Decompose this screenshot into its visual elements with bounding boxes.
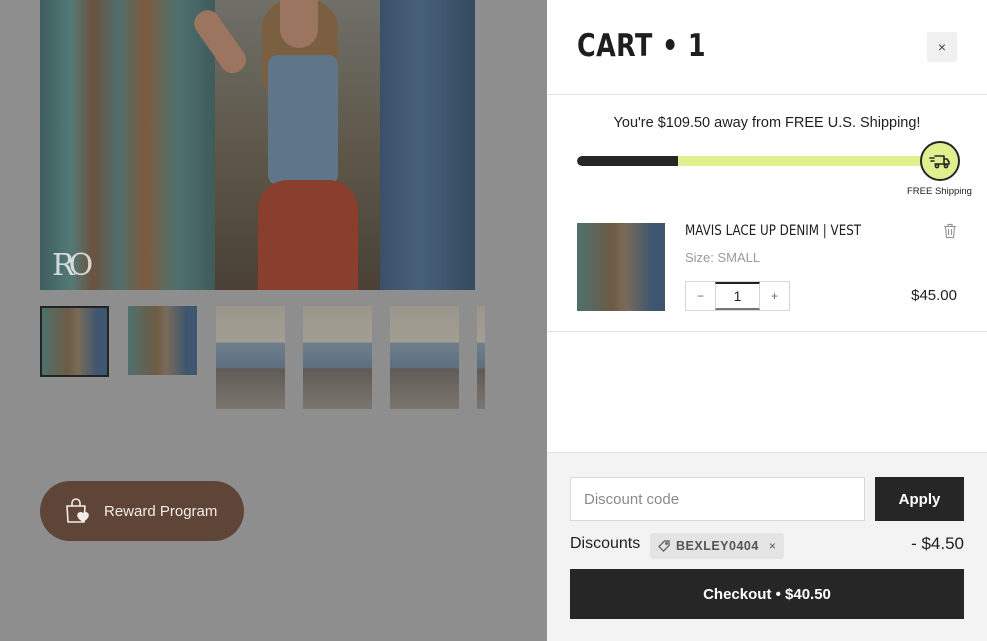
line-item-name[interactable]: MAVIS LACE UP DENIM | VEST (685, 223, 861, 239)
increase-quantity-button[interactable]: + (760, 282, 789, 310)
close-icon: × (937, 39, 947, 55)
discounts-row: Discounts BEXLEY0404 × - $4.50 (570, 533, 964, 559)
shipping-message: You're $109.50 away from FREE U.S. Shipp… (613, 115, 921, 131)
free-shipping-label: FREE Shipping (907, 186, 972, 197)
quantity-input[interactable] (715, 282, 760, 310)
cart-drawer: CART • 1 × You're $109.50 away from FREE… (547, 0, 987, 641)
product-main-image: RO (40, 0, 475, 290)
apply-discount-button[interactable]: Apply (875, 477, 964, 521)
discount-code-text: BEXLEY0404 (676, 539, 759, 553)
product-page-overlay[interactable]: RO Reward Program (0, 0, 547, 641)
fast-truck-icon (929, 155, 950, 169)
applied-discount-chip: BEXLEY0404 × (650, 533, 785, 559)
cart-footer: Apply Discounts BEXLEY0404 × - $4.50 Che… (547, 452, 987, 641)
quantity-stepper: − + (685, 281, 790, 311)
tag-icon (658, 540, 670, 552)
discount-code-input[interactable] (570, 477, 865, 521)
line-item-price: $45.00 (911, 287, 957, 304)
decrease-quantity-button[interactable]: − (686, 282, 715, 310)
cart-line-item: MAVIS LACE UP DENIM | VEST Size: SMALL −… (547, 205, 987, 332)
shopping-bag-heart-icon (66, 498, 89, 523)
trash-icon[interactable] (943, 223, 957, 239)
reward-program-button[interactable]: Reward Program (40, 481, 244, 541)
close-cart-button[interactable]: × (927, 32, 957, 62)
shipping-progress-bar (577, 156, 952, 166)
thumbnail-3[interactable] (216, 306, 285, 409)
line-item-image[interactable] (577, 223, 665, 311)
checkout-button[interactable]: Checkout • $40.50 (570, 569, 964, 619)
model-figure (189, 0, 360, 290)
thumbnail-6[interactable] (477, 306, 485, 409)
discounts-label: Discounts (570, 535, 641, 552)
brand-watermark-logo: RO (52, 248, 93, 283)
reward-program-label: Reward Program (104, 502, 218, 520)
thumbnail-4[interactable] (303, 306, 372, 409)
shipping-goal-marker (920, 141, 960, 181)
thumbnail-2[interactable] (128, 306, 197, 375)
cart-header: CART • 1 × (547, 0, 987, 95)
discount-amount: - $4.50 (911, 534, 964, 553)
thumbnail-5[interactable] (390, 306, 459, 409)
shipping-progress-fill (577, 156, 679, 166)
line-item-size: Size: SMALL (685, 250, 761, 265)
product-thumbnail-strip (40, 306, 485, 410)
cart-title: CART • 1 (577, 28, 707, 64)
thumbnail-1[interactable] (40, 306, 109, 377)
remove-discount-icon[interactable]: × (769, 539, 777, 553)
free-shipping-progress: You're $109.50 away from FREE U.S. Shipp… (547, 95, 987, 205)
